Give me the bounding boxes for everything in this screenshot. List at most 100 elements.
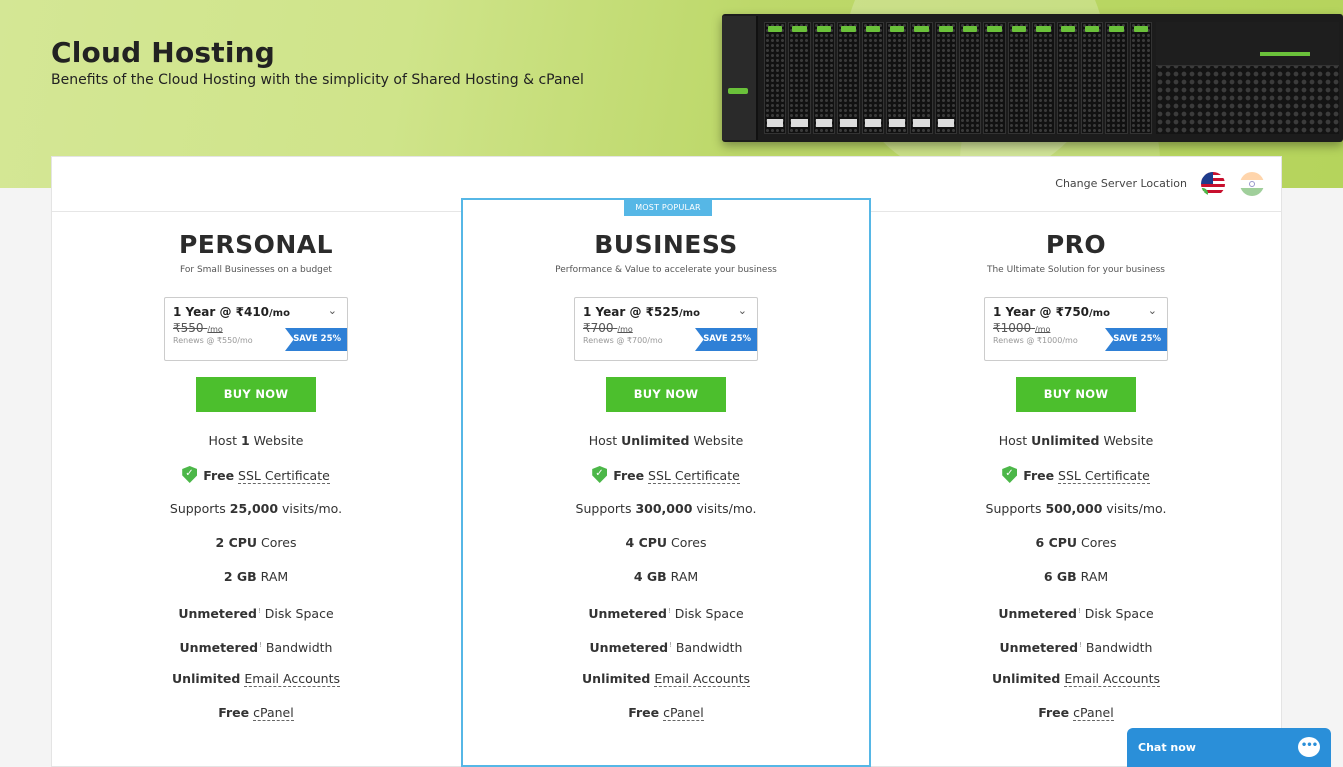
feature-text: Bandwidth [1081,640,1153,656]
feature-value: 2 CPU [215,535,258,550]
drive-bay [788,22,811,134]
drive-bay [812,22,836,134]
feature-cpu: 4 CPU Cores [463,534,869,568]
plan-description: For Small Businesses on a budget [180,265,332,275]
feature-text: Supports [985,501,1046,516]
save-badge: SAVE 25% [285,328,347,351]
buy-now-button[interactable]: BUY NOW [1016,377,1136,412]
drive-tab [792,26,807,32]
feature-cpanel: Free cPanel [51,704,461,738]
email-tooltip-link[interactable]: Email Accounts [654,671,750,687]
feature-disk: Unmetered! Disk Space [51,602,461,636]
feature-visits: Supports 25,000 visits/mo. [51,500,461,534]
plan-name: PRO [1045,230,1107,259]
term-per: /mo [269,308,290,319]
plan-name: BUSINESS [594,230,738,259]
drive-label [815,119,833,127]
save-badge: SAVE 25% [1105,328,1167,351]
feature-value: 4 GB [633,569,667,584]
feature-text: Host [588,433,622,448]
feature-value: Unlimited [992,671,1061,686]
feature-text: Website [689,433,744,448]
email-tooltip-link[interactable]: Email Accounts [244,671,340,687]
feature-value: Free [218,705,250,720]
old-price-per: /mo [617,325,633,334]
feature-bandwidth: Unmetered! Bandwidth [871,636,1281,670]
feature-text: Disk Space [260,606,334,622]
feature-text: Bandwidth [261,640,333,656]
us-flag-icon[interactable]: ✓ [1201,172,1225,196]
plan-business: MOST POPULAR BUSINESS Performance & Valu… [461,198,871,767]
feature-text: Bandwidth [671,640,743,656]
feature-websites: Host Unlimited Website [463,432,869,466]
drive-bay [861,22,884,134]
drive-tab [963,26,978,32]
feature-value: Unmetered [588,606,667,622]
feature-text: visits/mo. [692,501,757,516]
feature-ssl: Free SSL Certificate [463,466,869,500]
feature-value: Unmetered [179,640,259,656]
feature-cpu: 2 CPU Cores [51,534,461,568]
old-price-per: /mo [1035,325,1051,334]
feature-value: Unlimited [621,433,690,448]
term-select[interactable]: 1 Year @ ₹525/mo ⌄ ₹700 /mo Renews @ ₹70… [574,297,758,361]
drive-tab [1084,26,1100,32]
drive-bay [885,22,909,134]
feature-ram: 4 GB RAM [463,568,869,602]
term-per: /mo [1089,308,1110,319]
drive-bay [983,22,1006,134]
plan-description: The Ultimate Solution for your business [986,265,1165,275]
change-location-label: Change Server Location [1055,177,1187,190]
ssl-tooltip-link[interactable]: SSL Certificate [648,468,740,484]
drive-tab [889,26,905,32]
shield-check-icon [1002,466,1018,483]
feature-visits: Supports 300,000 visits/mo. [463,500,869,534]
feature-text: Supports [575,501,636,516]
server-drive-bays [764,22,1152,134]
feature-text: RAM [666,569,699,584]
feature-value: Unmetered [589,640,669,656]
drive-label [840,119,857,127]
plan-personal: PERSONAL For Small Businesses on a budge… [51,210,461,738]
feature-bandwidth: Unmetered! Bandwidth [51,636,461,670]
feature-value: 6 CPU [1035,535,1078,550]
chat-label: Chat now [1138,741,1196,754]
feature-value: 25,000 [229,501,279,516]
cpanel-tooltip-link[interactable]: cPanel [253,705,294,721]
term-price: 1 Year @ ₹410 [173,305,270,319]
feature-ram: 6 GB RAM [871,568,1281,602]
drive-label [767,119,784,127]
cpanel-tooltip-link[interactable]: cPanel [1073,705,1114,721]
old-price-value: ₹550 [173,321,204,335]
cpanel-tooltip-link[interactable]: cPanel [663,705,704,721]
us-flag-canton [1201,172,1213,184]
drive-bay [1032,22,1055,134]
feature-text: RAM [256,569,289,584]
feature-text: Host [998,433,1032,448]
feature-ssl: Free SSL Certificate [51,466,461,500]
term-select[interactable]: 1 Year @ ₹750/mo ⌄ ₹1000 /mo Renews @ ₹1… [984,297,1168,361]
feature-list: Host 1 Website Free SSL Certificate Supp… [51,432,461,738]
chat-widget[interactable]: Chat now ••• [1127,728,1331,767]
buy-now-button[interactable]: BUY NOW [196,377,316,412]
feature-value: Free [613,468,645,483]
feature-list: Host Unlimited Website Free SSL Certific… [871,432,1281,738]
drive-tab [1109,26,1124,32]
term-label: 1 Year @ ₹750/mo [993,305,1167,319]
feature-email: Unlimited Email Accounts [51,670,461,704]
feature-value: Free [1038,705,1070,720]
drive-bay [1105,22,1128,134]
drive-bay [1056,22,1079,134]
buy-now-button[interactable]: BUY NOW [606,377,726,412]
save-badge: SAVE 25% [695,328,757,351]
india-flag-icon[interactable] [1240,172,1264,196]
shield-check-icon [182,466,198,483]
chevron-down-icon: ⌄ [737,304,747,317]
feature-value: 6 GB [1043,569,1077,584]
ssl-tooltip-link[interactable]: SSL Certificate [1058,468,1150,484]
feature-value: 300,000 [635,501,693,516]
email-tooltip-link[interactable]: Email Accounts [1064,671,1160,687]
ssl-tooltip-link[interactable]: SSL Certificate [238,468,330,484]
feature-text: visits/mo. [1102,501,1167,516]
term-select[interactable]: 1 Year @ ₹410/mo ⌄ ₹550 /mo Renews @ ₹55… [164,297,348,361]
